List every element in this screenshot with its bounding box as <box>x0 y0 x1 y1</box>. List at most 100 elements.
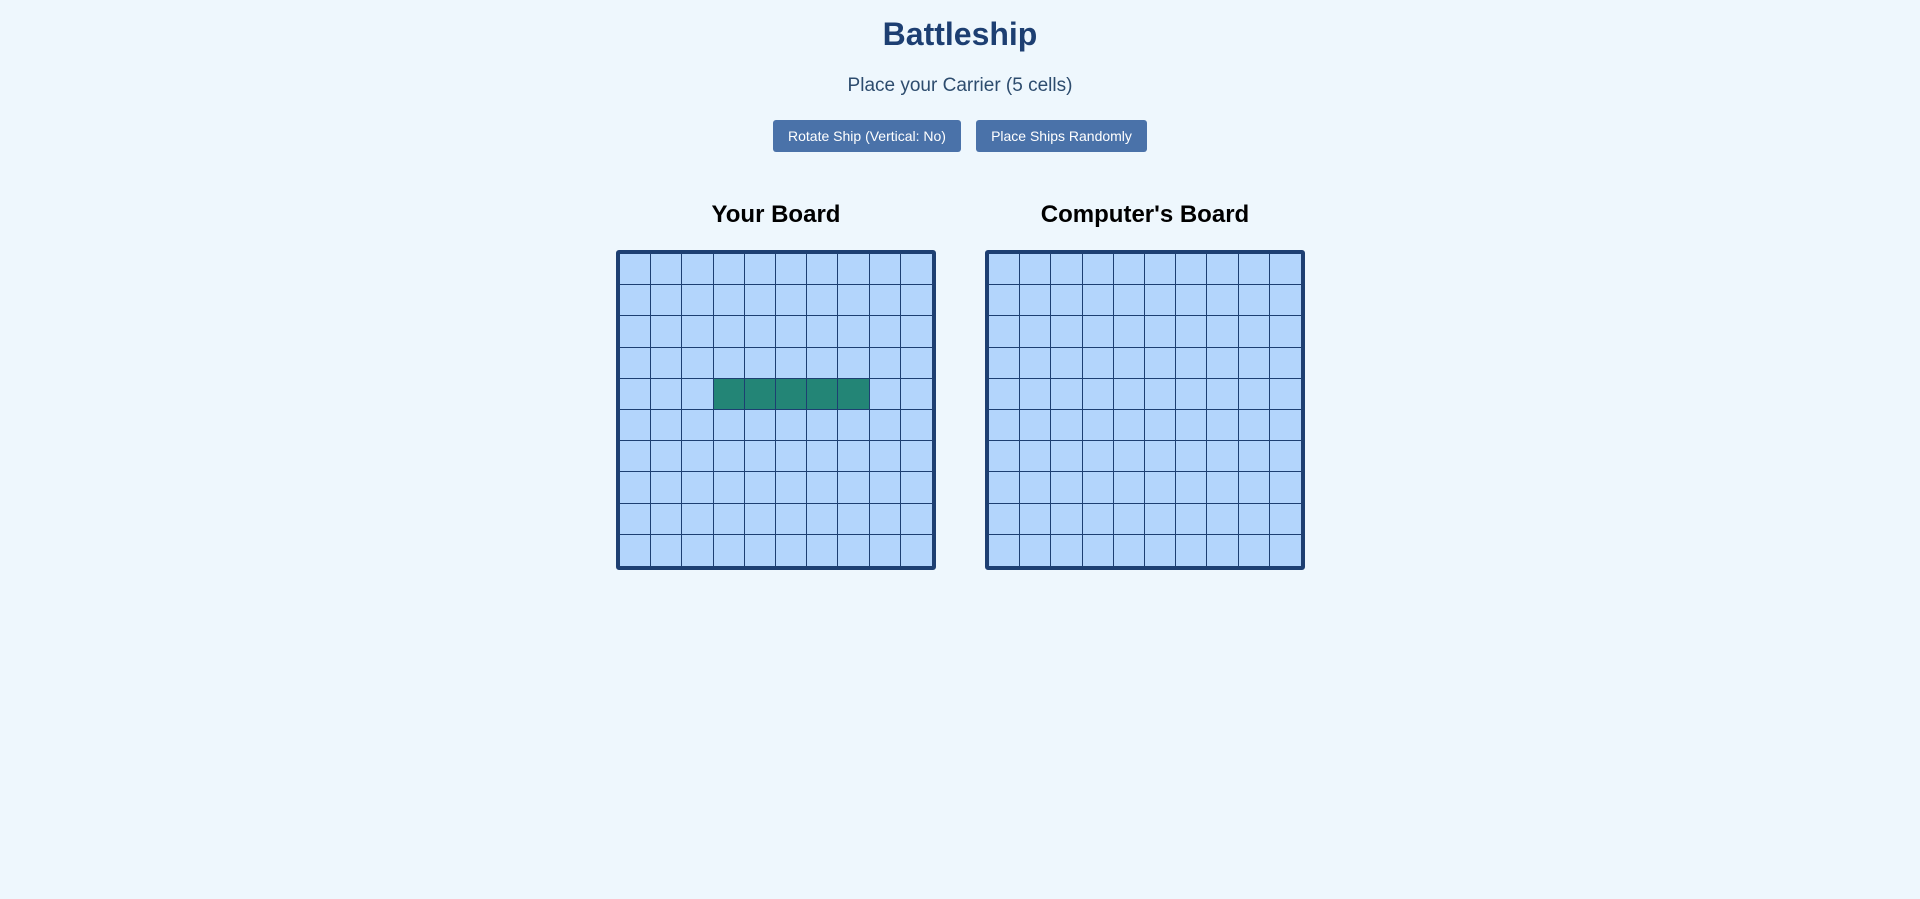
player-board-cell[interactable] <box>900 472 932 504</box>
player-board-cell[interactable] <box>713 316 745 348</box>
computer-board-cell[interactable] <box>1051 316 1083 348</box>
computer-board-cell[interactable] <box>1207 254 1239 286</box>
computer-board-cell[interactable] <box>1238 472 1270 504</box>
computer-board-cell[interactable] <box>989 534 1021 566</box>
computer-board-cell[interactable] <box>1238 316 1270 348</box>
player-board-cell[interactable] <box>776 316 808 348</box>
computer-board-cell[interactable] <box>1145 534 1177 566</box>
rotate-ship-button[interactable]: Rotate Ship (Vertical: No) <box>773 120 961 152</box>
computer-board-cell[interactable] <box>1020 410 1052 442</box>
computer-board-cell[interactable] <box>1145 254 1177 286</box>
computer-board-cell[interactable] <box>1020 378 1052 410</box>
player-board-cell[interactable] <box>713 472 745 504</box>
computer-board-cell[interactable] <box>1269 441 1301 473</box>
computer-board-cell[interactable] <box>1145 441 1177 473</box>
player-board-cell[interactable] <box>620 472 652 504</box>
computer-board-cell[interactable] <box>1145 347 1177 379</box>
computer-board-cell[interactable] <box>1051 441 1083 473</box>
player-board-cell[interactable] <box>807 534 839 566</box>
player-board-ship-cell[interactable] <box>744 378 776 410</box>
computer-board-cell[interactable] <box>1269 347 1301 379</box>
player-board-cell[interactable] <box>838 347 870 379</box>
player-board-cell[interactable] <box>620 347 652 379</box>
player-board-cell[interactable] <box>744 503 776 535</box>
player-board-cell[interactable] <box>869 347 901 379</box>
computer-board-cell[interactable] <box>1113 503 1145 535</box>
player-board-cell[interactable] <box>838 254 870 286</box>
computer-board-cell[interactable] <box>1238 254 1270 286</box>
computer-board-cell[interactable] <box>1207 410 1239 442</box>
computer-board-cell[interactable] <box>1238 378 1270 410</box>
computer-board-cell[interactable] <box>1020 472 1052 504</box>
computer-board-cell[interactable] <box>1238 347 1270 379</box>
computer-board-cell[interactable] <box>1176 378 1208 410</box>
computer-board-cell[interactable] <box>989 441 1021 473</box>
computer-board-cell[interactable] <box>1051 285 1083 317</box>
player-board-cell[interactable] <box>713 254 745 286</box>
computer-board-cell[interactable] <box>1113 441 1145 473</box>
player-board-cell[interactable] <box>900 285 932 317</box>
computer-board-cell[interactable] <box>989 378 1021 410</box>
player-board-cell[interactable] <box>807 316 839 348</box>
computer-board-cell[interactable] <box>1207 285 1239 317</box>
player-board-cell[interactable] <box>682 441 714 473</box>
player-board-cell[interactable] <box>620 254 652 286</box>
computer-board-cell[interactable] <box>1269 472 1301 504</box>
computer-board-cell[interactable] <box>1176 347 1208 379</box>
computer-board-cell[interactable] <box>1207 503 1239 535</box>
player-board-cell[interactable] <box>651 285 683 317</box>
player-board-cell[interactable] <box>651 472 683 504</box>
computer-board-cell[interactable] <box>1269 378 1301 410</box>
computer-board-cell[interactable] <box>1269 410 1301 442</box>
computer-board-cell[interactable] <box>1269 316 1301 348</box>
player-board-cell[interactable] <box>776 472 808 504</box>
player-board-cell[interactable] <box>900 410 932 442</box>
player-board-cell[interactable] <box>807 441 839 473</box>
player-board-cell[interactable] <box>651 441 683 473</box>
computer-board-cell[interactable] <box>1176 285 1208 317</box>
player-board-cell[interactable] <box>776 441 808 473</box>
player-board-cell[interactable] <box>869 316 901 348</box>
computer-board-cell[interactable] <box>1269 254 1301 286</box>
player-board-cell[interactable] <box>713 441 745 473</box>
place-randomly-button[interactable]: Place Ships Randomly <box>976 120 1147 152</box>
computer-board-cell[interactable] <box>1238 285 1270 317</box>
player-board-cell[interactable] <box>620 534 652 566</box>
player-board-cell[interactable] <box>869 254 901 286</box>
computer-board-cell[interactable] <box>1020 534 1052 566</box>
player-board-cell[interactable] <box>620 503 652 535</box>
player-board-cell[interactable] <box>900 378 932 410</box>
player-board-cell[interactable] <box>838 534 870 566</box>
computer-board-cell[interactable] <box>1176 316 1208 348</box>
player-board-cell[interactable] <box>713 534 745 566</box>
player-board-cell[interactable] <box>682 316 714 348</box>
player-board-cell[interactable] <box>651 503 683 535</box>
computer-board-cell[interactable] <box>1207 316 1239 348</box>
computer-board-cell[interactable] <box>1238 503 1270 535</box>
computer-board-cell[interactable] <box>1020 347 1052 379</box>
player-board-cell[interactable] <box>838 472 870 504</box>
player-board-ship-cell[interactable] <box>713 378 745 410</box>
computer-board-cell[interactable] <box>1176 441 1208 473</box>
computer-board-cell[interactable] <box>1145 316 1177 348</box>
player-board-cell[interactable] <box>776 410 808 442</box>
computer-board-cell[interactable] <box>989 472 1021 504</box>
computer-board-cell[interactable] <box>1113 378 1145 410</box>
player-board-cell[interactable] <box>869 410 901 442</box>
player-board-ship-cell[interactable] <box>838 378 870 410</box>
computer-board-cell[interactable] <box>989 503 1021 535</box>
computer-board-cell[interactable] <box>1051 534 1083 566</box>
player-board-cell[interactable] <box>807 254 839 286</box>
computer-board-cell[interactable] <box>1207 534 1239 566</box>
player-board-cell[interactable] <box>900 316 932 348</box>
player-board-cell[interactable] <box>869 285 901 317</box>
player-board-cell[interactable] <box>651 378 683 410</box>
computer-board-cell[interactable] <box>989 254 1021 286</box>
computer-board-cell[interactable] <box>1020 285 1052 317</box>
computer-board-cell[interactable] <box>1176 410 1208 442</box>
player-board-cell[interactable] <box>713 503 745 535</box>
computer-board-cell[interactable] <box>1082 503 1114 535</box>
computer-board-cell[interactable] <box>1207 347 1239 379</box>
player-board-cell[interactable] <box>744 472 776 504</box>
computer-board-cell[interactable] <box>1269 285 1301 317</box>
